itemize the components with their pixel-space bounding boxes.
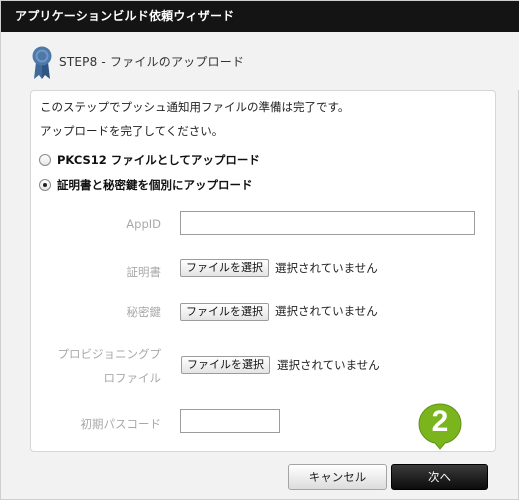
step-title: STEP8 - ファイルのアップロード [59, 55, 245, 69]
next-button[interactable]: 次へ [391, 464, 488, 490]
instruction-line-1: このステップでプッシュ通知用ファイルの準備は完了です。 [40, 100, 350, 114]
initial-passcode-input[interactable] [180, 409, 280, 433]
cancel-button[interactable]: キャンセル [288, 464, 387, 490]
radio-option-pkcs12[interactable]: PKCS12 ファイルとしてアップロード [39, 152, 260, 168]
window-title: アプリケーションビルド依頼ウィザード [1, 1, 519, 32]
provisioning-choose-file-button[interactable]: ファイルを選択 [181, 356, 270, 374]
private-key-file-status: 選択されていません [275, 304, 378, 318]
ribbon-award-icon [32, 46, 52, 79]
certificate-file-status: 選択されていません [275, 261, 378, 275]
radio-label: PKCS12 ファイルとしてアップロード [57, 153, 260, 167]
initial-passcode-label: 初期パスコード [80, 417, 162, 431]
radio-label: 証明書と秘密鍵を個別にアップロード [57, 178, 253, 192]
appid-label: AppID [126, 217, 161, 231]
provisioning-file-status: 選択されていません [277, 358, 380, 372]
provisioning-label-line-2: ロファイル [103, 371, 162, 385]
private-key-choose-file-button[interactable]: ファイルを選択 [180, 303, 269, 321]
provisioning-label-line-1: プロビジョニングプ [57, 347, 162, 361]
wizard-window: アプリケーションビルド依頼ウィザード STEP8 - ファイルのアップロード こ… [0, 0, 519, 500]
certificate-label: 証明書 [126, 265, 162, 279]
step-number-badge-text: 2 [431, 405, 449, 438]
private-key-label: 秘密鍵 [126, 305, 162, 319]
certificate-choose-file-button[interactable]: ファイルを選択 [180, 259, 269, 277]
radio-option-separate[interactable]: 証明書と秘密鍵を個別にアップロード [39, 177, 253, 193]
instruction-line-2: アップロードを完了してください。 [40, 124, 224, 138]
radio-button[interactable] [39, 154, 51, 166]
appid-input[interactable] [180, 211, 475, 235]
radio-button-selected[interactable] [39, 179, 51, 191]
